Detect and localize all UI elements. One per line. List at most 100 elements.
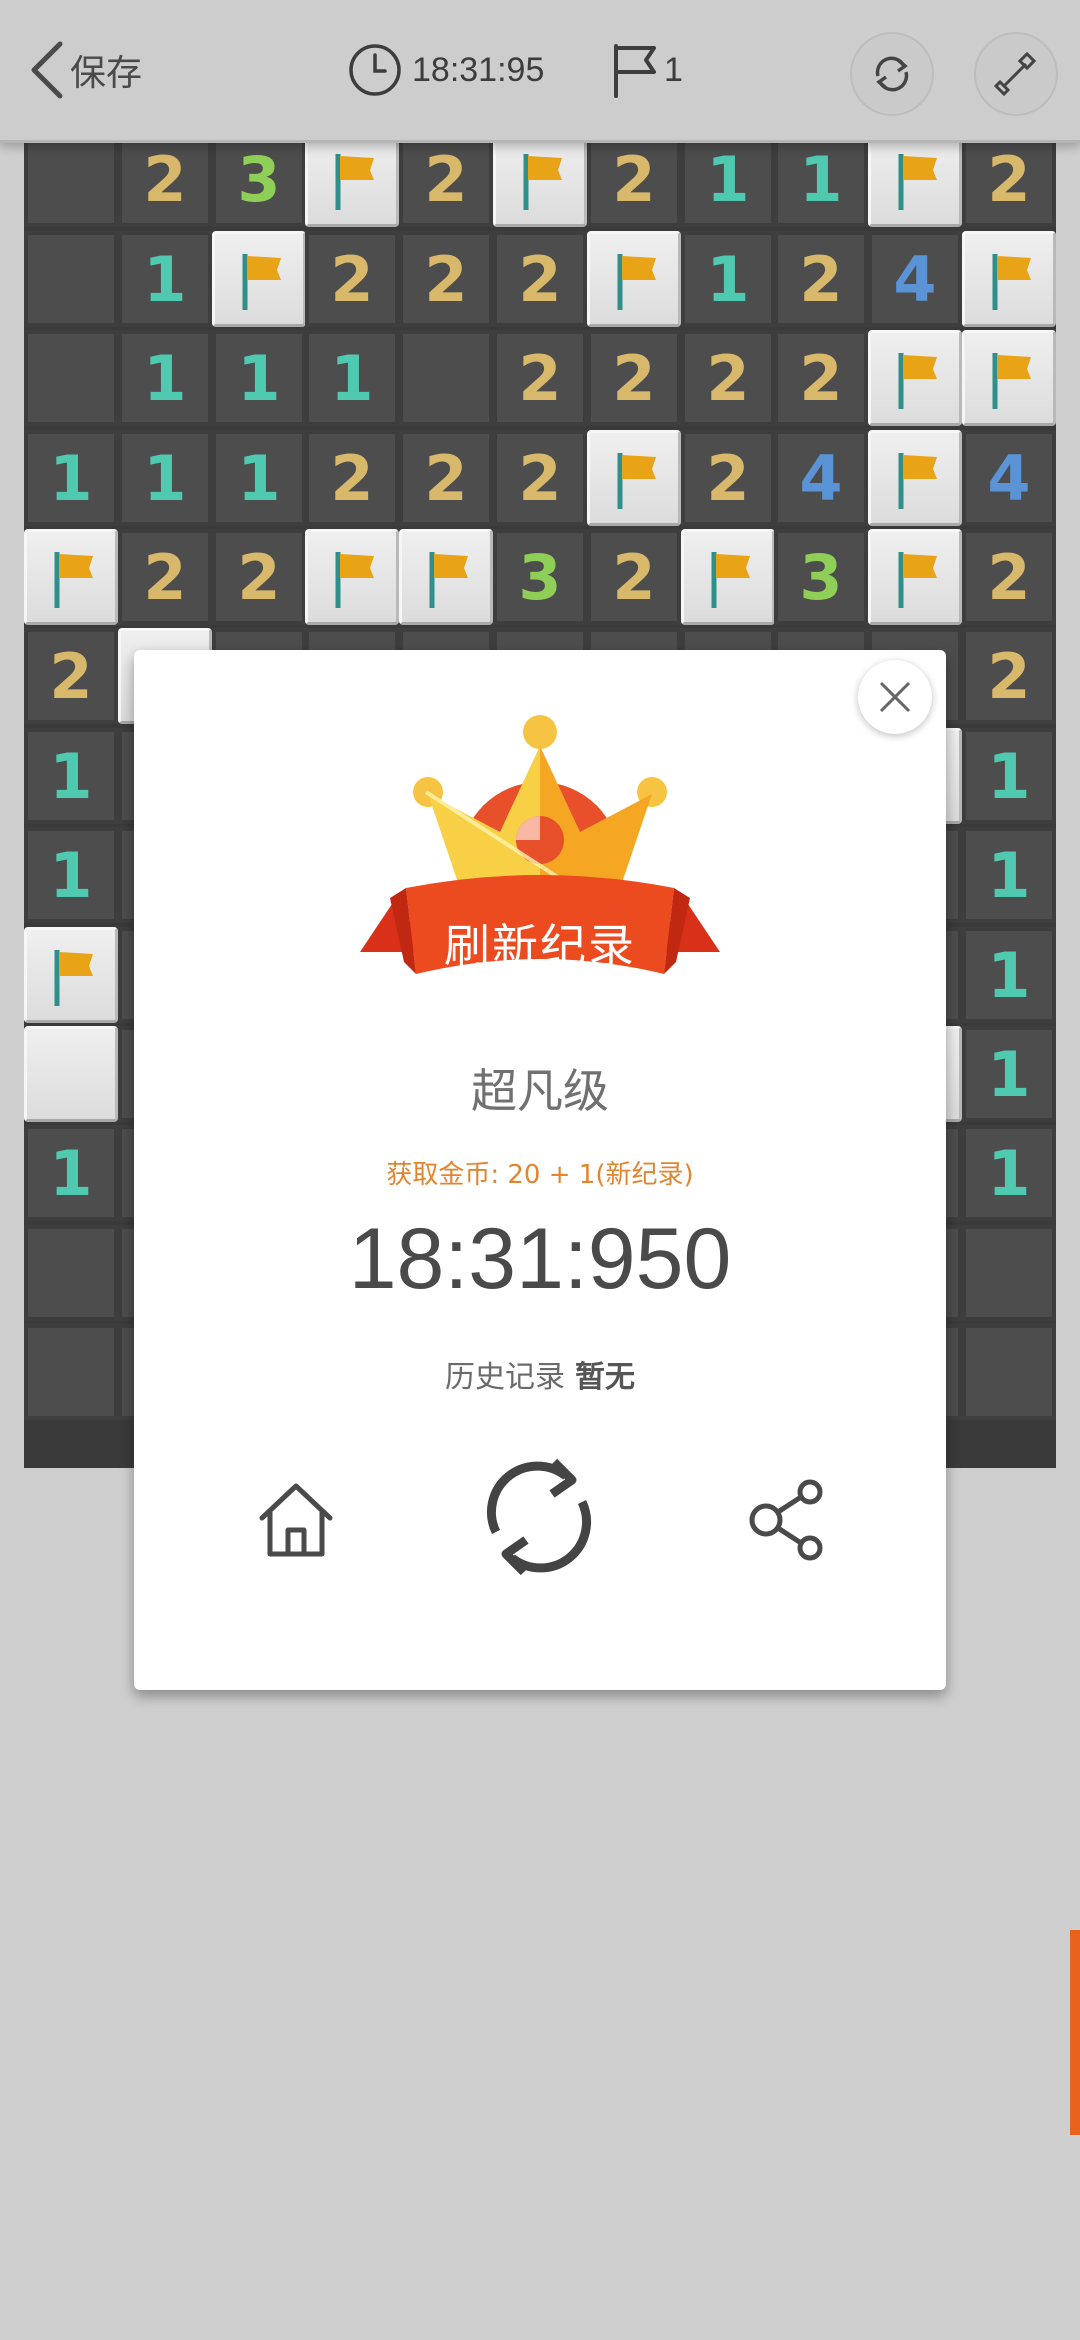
hidden-cell[interactable] bbox=[24, 1026, 118, 1122]
chevron-left-icon bbox=[31, 41, 63, 99]
cell-number: 1 bbox=[143, 242, 187, 316]
revealed-cell[interactable] bbox=[24, 231, 118, 327]
flag-counter: 1 bbox=[610, 42, 683, 98]
history-label: 历史记录 bbox=[445, 1360, 565, 1395]
flagged-cell[interactable] bbox=[868, 529, 962, 625]
revealed-cell[interactable]: 1 bbox=[962, 1125, 1056, 1221]
flagged-cell[interactable] bbox=[868, 131, 962, 227]
revealed-cell[interactable]: 2 bbox=[212, 529, 306, 625]
restart-button[interactable] bbox=[850, 32, 934, 116]
replay-button[interactable] bbox=[474, 1452, 604, 1582]
revealed-cell[interactable]: 1 bbox=[118, 430, 212, 526]
revealed-cell[interactable]: 3 bbox=[212, 131, 306, 227]
revealed-cell[interactable]: 1 bbox=[681, 131, 775, 227]
revealed-cell[interactable]: 3 bbox=[493, 529, 587, 625]
revealed-cell[interactable]: 2 bbox=[587, 330, 681, 426]
revealed-cell[interactable] bbox=[24, 1324, 118, 1420]
revealed-cell[interactable]: 2 bbox=[774, 231, 868, 327]
revealed-cell[interactable]: 2 bbox=[493, 330, 587, 426]
result-dialog: 刷新纪录 超凡级 获取金币: 20 + 1(新纪录) 18:31:950 历史记… bbox=[134, 650, 946, 1690]
flagged-cell[interactable] bbox=[305, 131, 399, 227]
flagged-cell[interactable] bbox=[24, 927, 118, 1023]
close-icon bbox=[879, 681, 911, 713]
flag-icon bbox=[429, 552, 468, 608]
revealed-cell[interactable] bbox=[962, 1225, 1056, 1321]
revealed-cell[interactable]: 2 bbox=[399, 131, 493, 227]
revealed-cell[interactable]: 1 bbox=[118, 330, 212, 426]
revealed-cell[interactable] bbox=[24, 1225, 118, 1321]
revealed-cell[interactable]: 4 bbox=[868, 231, 962, 327]
revealed-cell[interactable] bbox=[399, 330, 493, 426]
back-save-button[interactable]: 保存 bbox=[28, 38, 142, 102]
home-button[interactable] bbox=[246, 1470, 346, 1570]
revealed-cell[interactable]: 2 bbox=[399, 231, 493, 327]
cell-number: 2 bbox=[612, 341, 656, 415]
revealed-cell[interactable]: 1 bbox=[24, 728, 118, 824]
revealed-cell[interactable]: 1 bbox=[774, 131, 868, 227]
revealed-cell[interactable]: 2 bbox=[305, 430, 399, 526]
revealed-cell[interactable]: 1 bbox=[212, 430, 306, 526]
revealed-cell[interactable]: 2 bbox=[493, 430, 587, 526]
revealed-cell[interactable]: 1 bbox=[24, 1125, 118, 1221]
flagged-cell[interactable] bbox=[587, 231, 681, 327]
cell-number: 3 bbox=[237, 142, 281, 216]
revealed-cell[interactable]: 2 bbox=[962, 628, 1056, 724]
revealed-cell[interactable]: 1 bbox=[962, 728, 1056, 824]
revealed-cell[interactable]: 2 bbox=[587, 131, 681, 227]
revealed-cell[interactable]: 2 bbox=[681, 430, 775, 526]
flag-count: 1 bbox=[664, 50, 683, 89]
shovel-icon bbox=[994, 52, 1037, 96]
cell-number: 1 bbox=[987, 1136, 1031, 1210]
revealed-cell[interactable]: 2 bbox=[774, 330, 868, 426]
flagged-cell[interactable] bbox=[493, 131, 587, 227]
cell-number: 2 bbox=[799, 341, 843, 415]
revealed-cell[interactable]: 2 bbox=[681, 330, 775, 426]
revealed-cell[interactable]: 1 bbox=[962, 927, 1056, 1023]
revealed-cell[interactable]: 2 bbox=[118, 529, 212, 625]
flagged-cell[interactable] bbox=[305, 529, 399, 625]
flagged-cell[interactable] bbox=[587, 430, 681, 526]
revealed-cell[interactable]: 3 bbox=[774, 529, 868, 625]
revealed-cell[interactable]: 2 bbox=[493, 231, 587, 327]
flagged-cell[interactable] bbox=[212, 231, 306, 327]
revealed-cell[interactable]: 4 bbox=[962, 430, 1056, 526]
flagged-cell[interactable] bbox=[962, 330, 1056, 426]
revealed-cell[interactable]: 1 bbox=[24, 827, 118, 923]
revealed-cell[interactable]: 2 bbox=[24, 628, 118, 724]
cell-number: 2 bbox=[799, 242, 843, 316]
scrollbar-thumb[interactable] bbox=[1070, 1930, 1080, 2135]
revealed-cell[interactable]: 2 bbox=[962, 529, 1056, 625]
revealed-cell[interactable]: 2 bbox=[118, 131, 212, 227]
cell-number: 1 bbox=[987, 938, 1031, 1012]
revealed-cell[interactable]: 1 bbox=[118, 231, 212, 327]
cell-number: 2 bbox=[612, 142, 656, 216]
flag-icon bbox=[335, 552, 374, 608]
revealed-cell[interactable]: 1 bbox=[212, 330, 306, 426]
revealed-cell[interactable]: 1 bbox=[962, 827, 1056, 923]
cell-number: 2 bbox=[237, 540, 281, 614]
revealed-cell[interactable]: 4 bbox=[774, 430, 868, 526]
revealed-cell[interactable]: 2 bbox=[587, 529, 681, 625]
difficulty-level: 超凡级 bbox=[471, 1064, 609, 1118]
revealed-cell[interactable]: 1 bbox=[305, 330, 399, 426]
flagged-cell[interactable] bbox=[399, 529, 493, 625]
cell-number: 2 bbox=[987, 639, 1031, 713]
share-button[interactable] bbox=[740, 1470, 840, 1570]
flagged-cell[interactable] bbox=[681, 529, 775, 625]
revealed-cell[interactable]: 2 bbox=[962, 131, 1056, 227]
flagged-cell[interactable] bbox=[24, 529, 118, 625]
close-button[interactable] bbox=[858, 660, 932, 734]
revealed-cell[interactable] bbox=[24, 330, 118, 426]
flagged-cell[interactable] bbox=[868, 330, 962, 426]
revealed-cell[interactable] bbox=[962, 1324, 1056, 1420]
revealed-cell[interactable]: 1 bbox=[24, 430, 118, 526]
revealed-cell[interactable]: 1 bbox=[962, 1026, 1056, 1122]
revealed-cell[interactable]: 2 bbox=[399, 430, 493, 526]
flagged-cell[interactable] bbox=[868, 430, 962, 526]
revealed-cell[interactable]: 1 bbox=[681, 231, 775, 327]
shovel-button[interactable] bbox=[974, 32, 1058, 116]
revealed-cell[interactable] bbox=[24, 131, 118, 227]
flag-icon bbox=[617, 254, 656, 310]
flagged-cell[interactable] bbox=[962, 231, 1056, 327]
revealed-cell[interactable]: 2 bbox=[305, 231, 399, 327]
